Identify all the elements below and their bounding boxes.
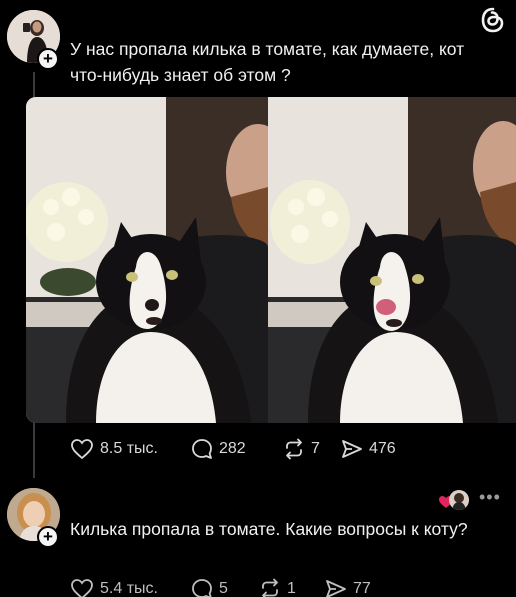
post-image-2[interactable] <box>268 97 516 423</box>
threads-logo-icon[interactable] <box>478 5 508 35</box>
follow-plus-icon[interactable]: + <box>37 526 59 548</box>
comment-count: 5 <box>219 580 228 597</box>
share-button[interactable]: 476 <box>341 438 396 460</box>
follow-plus-icon[interactable]: + <box>37 48 59 70</box>
comment-bubble-icon <box>192 439 212 459</box>
share-count: 476 <box>369 440 396 457</box>
liker-avatar[interactable] <box>449 490 469 510</box>
more-dots-icon[interactable]: ••• <box>479 487 501 508</box>
cat-photo-icon <box>26 97 268 423</box>
post-text: У нас пропала килька в томате, как думае… <box>70 39 465 85</box>
share-button[interactable]: 77 <box>325 578 371 597</box>
comment-bubble-icon <box>192 579 212 597</box>
comment-button[interactable]: 5 <box>191 578 259 597</box>
send-icon <box>326 580 346 597</box>
repost-button[interactable]: 7 <box>283 438 341 460</box>
like-count: 8.5 тыс. <box>100 440 158 457</box>
comment-count: 282 <box>219 440 246 457</box>
post-text: Килька пропала в томате. Какие вопросы к… <box>70 519 468 539</box>
like-count: 5.4 тыс. <box>100 580 158 597</box>
liker-photo-icon <box>449 490 469 510</box>
heart-icon <box>71 579 93 597</box>
repost-count: 1 <box>287 580 296 597</box>
like-button[interactable]: 5.4 тыс. <box>70 578 191 597</box>
repost-icon <box>286 438 302 460</box>
send-icon <box>342 440 362 458</box>
post-image-1[interactable] <box>26 97 268 423</box>
share-count: 77 <box>353 580 371 597</box>
cat-licking-photo-icon <box>268 97 516 423</box>
post-actions: 5.4 тыс. 5 1 77 <box>70 578 371 597</box>
repost-button[interactable]: 1 <box>259 578 325 597</box>
post-actions: 8.5 тыс. 282 7 476 <box>70 438 396 460</box>
repost-icon <box>262 578 278 597</box>
like-button[interactable]: 8.5 тыс. <box>70 438 191 460</box>
heart-icon <box>71 439 93 460</box>
comment-button[interactable]: 282 <box>191 438 283 460</box>
repost-count: 7 <box>311 440 320 457</box>
